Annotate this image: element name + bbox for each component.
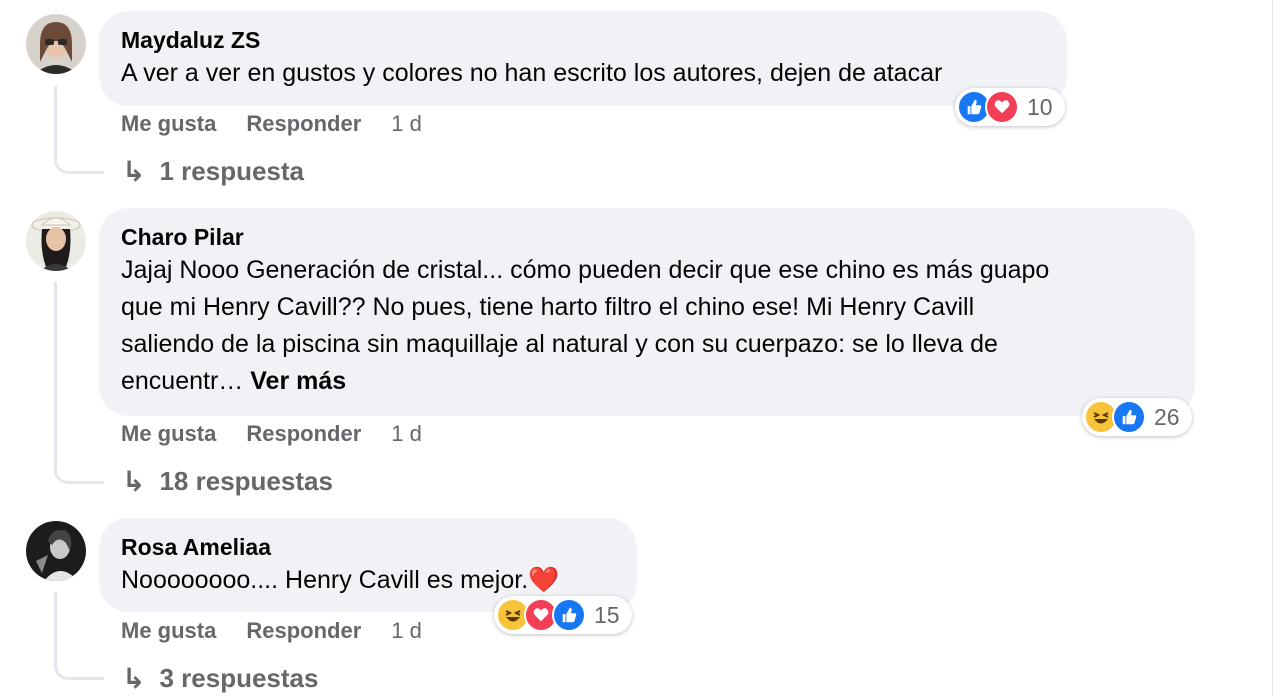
scrollbar[interactable]	[1272, 0, 1280, 697]
thread-line	[54, 592, 104, 680]
heart-emoji: ❤️	[528, 566, 560, 594]
like-icon	[552, 598, 586, 632]
comment-text-wrapper: Noooooooo.... Henry Cavill es mejor.❤️	[121, 562, 615, 599]
view-replies-button[interactable]: ↳ 3 respuestas	[122, 662, 318, 695]
reactions-summary[interactable]: 15	[494, 596, 632, 634]
reaction-count: 15	[594, 601, 620, 628]
like-button[interactable]: Me gusta	[121, 618, 216, 644]
reply-button[interactable]: Responder	[246, 618, 361, 644]
comment: Rosa Ameliaa Noooooooo.... Henry Cavill …	[0, 0, 1260, 697]
avatar[interactable]	[26, 521, 86, 581]
comment-actions: Me gusta Responder 1 d	[121, 618, 422, 644]
replies-count-label: 3 respuestas	[159, 663, 319, 693]
reply-arrow-icon: ↳	[122, 663, 146, 694]
comment-timestamp[interactable]: 1 d	[391, 618, 422, 644]
comment-author[interactable]: Rosa Ameliaa	[121, 532, 615, 562]
comment-text: Noooooooo.... Henry Cavill es mejor.	[121, 566, 529, 594]
